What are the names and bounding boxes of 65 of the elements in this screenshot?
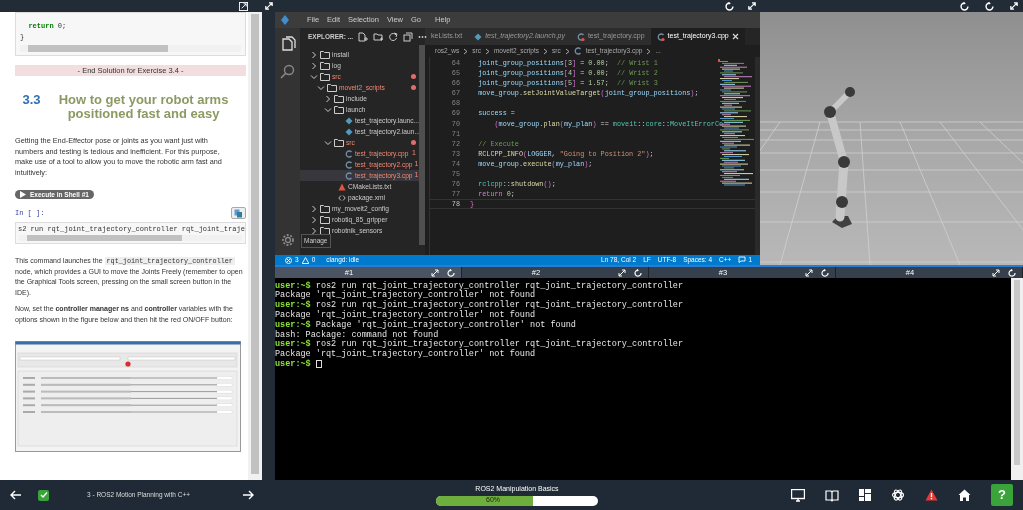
check-icon [39,491,48,499]
section-heading: How to get your robot arms positioned fast and easy [57,93,230,121]
play-icon [20,191,26,198]
expand-icon[interactable] [618,268,626,277]
warning-icon[interactable] [925,489,938,501]
monitor-icon[interactable] [791,488,805,502]
notification-icon[interactable] [738,256,747,264]
copy-button[interactable] [231,207,246,219]
scrollbar[interactable] [419,45,425,245]
diamond-icon [474,32,483,41]
scrollbar[interactable] [755,57,760,255]
refresh-icon[interactable] [388,31,399,42]
section-number: 3.3 [22,93,41,109]
terminal-line: Package 'rqt_joint_trajectory_controller' not found [275,310,537,320]
external-link-icon[interactable] [239,1,248,11]
horizontal-scrollbar[interactable] [19,235,242,241]
collapse-all-icon[interactable] [403,31,414,42]
expand-icon[interactable] [992,268,1000,277]
forward-arrow-icon[interactable] [242,490,254,500]
expand-icon[interactable] [431,268,439,277]
layout-grid-icon[interactable] [859,489,871,501]
terminal-line: user:~$ ros2 run rqt_joint_trajectory_controller rqt_joint_trajectory_controller [275,300,685,311]
checkbox[interactable] [38,489,49,501]
chevron-right-icon[interactable] [324,94,332,103]
code-brackets-icon [338,193,346,202]
settings-icon[interactable] [280,233,295,247]
terminal-line: user:~$ ros2 run rqt_joint_trajectory_controller rqt_joint_trajectory_controller [275,281,685,291]
close-icon[interactable] [731,33,739,40]
expand-icon[interactable] [1010,1,1018,10]
back-arrow-icon[interactable] [10,490,22,500]
chevron-right-icon [646,47,652,55]
more-icon[interactable] [418,34,428,39]
home-icon[interactable] [958,488,971,502]
triangle-icon [338,182,346,191]
chevron-right-icon [564,47,570,55]
expand-icon[interactable] [264,2,273,10]
c-letter-icon [573,47,582,55]
terminal-line: bash: Package: command not found [275,330,439,340]
files-icon[interactable] [279,36,296,52]
knot-icon[interactable] [891,488,905,502]
copy-icon [234,208,243,218]
search-icon[interactable] [280,64,295,79]
chevron-right-icon [484,47,490,55]
terminal-line: user:~$ ros2 run rqt_joint_trajectory_controller rqt_joint_trajectory_controller [275,339,685,350]
chevron-right-icon [463,47,469,55]
terminal-line: user:~$ Package 'rqt_joint_trajectory_controller' not found [275,320,577,330]
terminal-line: Package 'rqt_joint_trajectory_controller' not found [275,290,536,301]
error-icon[interactable] [285,256,292,264]
chevron-down-icon[interactable] [324,138,332,147]
scrollbar[interactable] [1011,278,1023,480]
app-logo-icon [281,15,289,25]
scrollbar[interactable] [248,12,262,480]
terminal-line: Package 'rqt_joint_trajectory_controller' not found [275,349,536,360]
expand-icon[interactable] [805,268,813,277]
c-letter-icon [656,32,665,41]
new-folder-icon[interactable] [373,31,384,42]
chevron-right-icon [543,47,549,55]
book-icon[interactable] [825,488,839,502]
folder-icon [334,138,344,147]
terminal-line: user:~$ [275,359,1011,370]
expand-icon[interactable] [748,1,756,10]
new-file-icon[interactable] [358,31,369,42]
horizontal-scrollbar[interactable] [20,45,241,52]
chevron-down-icon[interactable] [324,105,332,114]
c-letter-icon [576,32,585,41]
